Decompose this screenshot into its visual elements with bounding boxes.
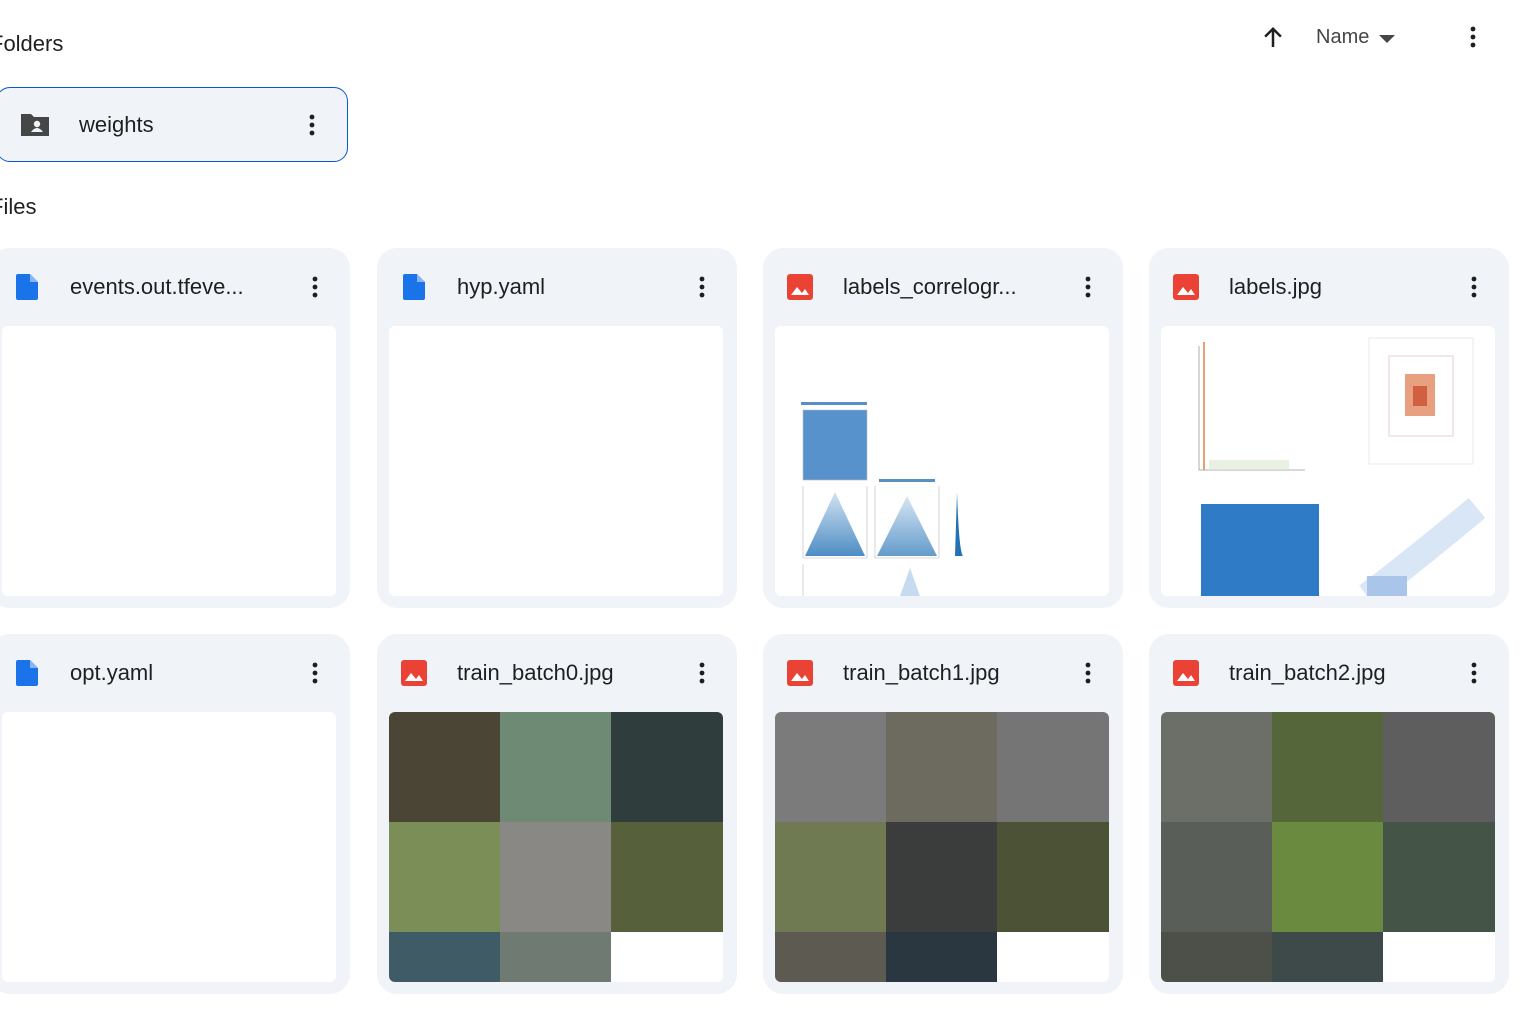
file-name: train_batch1.jpg	[843, 660, 1000, 685]
image-mosaic-thumbnail	[775, 712, 1109, 982]
image-mosaic-thumbnail	[389, 712, 723, 982]
more-vert-icon	[1085, 276, 1091, 298]
image-icon	[1173, 274, 1199, 300]
file-card[interactable]: labels_correlogr...	[763, 248, 1123, 608]
more-vert-icon	[1471, 276, 1477, 298]
document-icon	[14, 274, 40, 300]
file-more-button[interactable]	[687, 658, 717, 688]
more-vert-icon	[312, 662, 318, 684]
correlogram-thumbnail	[775, 326, 1109, 596]
file-more-button[interactable]	[300, 272, 330, 302]
image-mosaic-thumbnail	[1161, 712, 1495, 982]
image-icon	[1173, 660, 1199, 686]
file-card[interactable]: opt.yaml	[0, 634, 350, 994]
more-vert-icon	[1471, 662, 1477, 684]
file-name: labels_correlogr...	[843, 274, 1017, 299]
dropdown-caret-icon	[1379, 34, 1396, 43]
document-icon	[401, 274, 427, 300]
file-name: opt.yaml	[70, 660, 154, 685]
file-thumbnail	[389, 326, 723, 596]
file-card[interactable]: hyp.yaml	[377, 248, 737, 608]
more-vert-icon	[312, 276, 318, 298]
file-name: train_batch0.jpg	[457, 660, 614, 685]
file-thumbnail	[2, 326, 336, 596]
arrow-up-icon	[1264, 27, 1282, 47]
image-icon	[401, 660, 427, 686]
labels-plot-thumbnail	[1161, 326, 1495, 596]
more-vert-icon	[309, 114, 315, 135]
image-icon	[787, 274, 813, 300]
image-icon	[787, 660, 813, 686]
folder-weights[interactable]: weights	[0, 87, 348, 162]
file-name: train_batch2.jpg	[1229, 660, 1386, 685]
file-name: labels.jpg	[1229, 274, 1322, 299]
file-more-button[interactable]	[300, 658, 330, 688]
sort-field-label: Name	[1316, 25, 1370, 48]
folders-heading: Folders	[0, 31, 64, 56]
sort-direction-button[interactable]	[1258, 22, 1288, 52]
more-vert-icon	[1470, 26, 1476, 48]
shared-folder-icon	[21, 113, 49, 136]
file-card[interactable]: labels.jpg	[1149, 248, 1509, 608]
file-more-button[interactable]	[1459, 272, 1489, 302]
files-heading: Files	[0, 194, 37, 219]
folder-more-button[interactable]	[297, 110, 327, 140]
folder-name: weights	[79, 111, 154, 137]
file-thumbnail	[2, 712, 336, 982]
more-vert-icon	[1085, 662, 1091, 684]
view-options-button[interactable]	[1458, 22, 1488, 52]
file-name: events.out.tfeve...	[70, 274, 244, 299]
file-card[interactable]: events.out.tfeve...	[0, 248, 350, 608]
more-vert-icon	[699, 276, 705, 298]
file-card[interactable]: train_batch2.jpg	[1149, 634, 1509, 994]
file-card[interactable]: train_batch1.jpg	[763, 634, 1123, 994]
file-more-button[interactable]	[687, 272, 717, 302]
file-more-button[interactable]	[1073, 658, 1103, 688]
document-icon	[14, 660, 40, 686]
file-more-button[interactable]	[1073, 272, 1103, 302]
more-vert-icon	[699, 662, 705, 684]
sort-field-dropdown[interactable]: Name	[1316, 20, 1396, 54]
file-name: hyp.yaml	[457, 274, 546, 299]
file-more-button[interactable]	[1459, 658, 1489, 688]
file-card[interactable]: train_batch0.jpg	[377, 634, 737, 994]
